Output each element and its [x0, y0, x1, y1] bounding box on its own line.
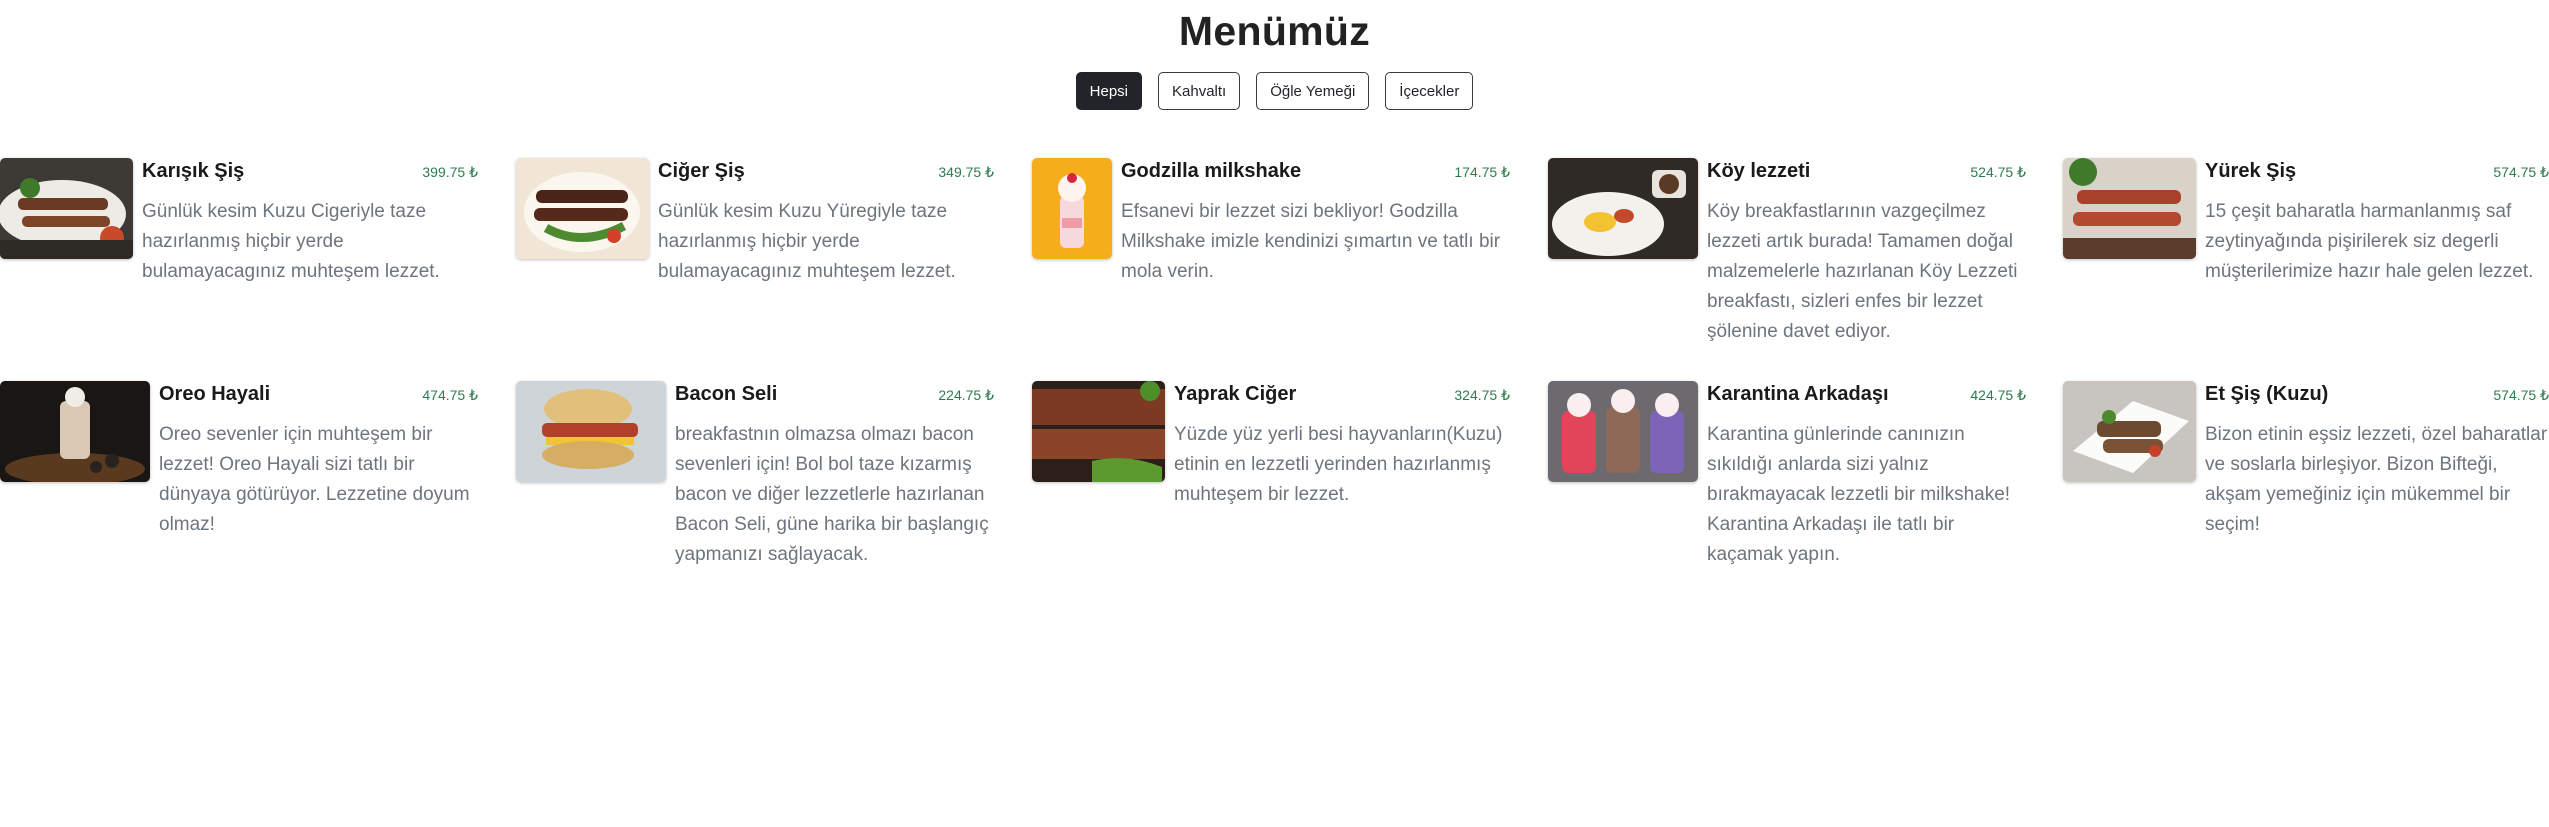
item-name: Köy lezzeti: [1707, 160, 1811, 182]
menu-item: Ciğer Şiş 349.75 ₺ Günlük kesim Kuzu Yüre…: [516, 158, 994, 287]
filter-lunch-button[interactable]: Öğle Yemeği: [1256, 72, 1370, 110]
breakfast-image: [1548, 158, 1698, 259]
menu-item: Godzilla milkshake 174.75 ₺ Efsanevi bir …: [1032, 158, 1510, 287]
menu-item: Et Şiş (Kuzu) 574.75 ₺ Bizon etinin eşsiz…: [2063, 381, 2549, 540]
item-description: Efsanevi bir lezzet sizi bekliyor! Godzi…: [1121, 201, 1501, 282]
menu-item: Yürek Şiş 574.75 ₺ 15 çeşit baharatla har…: [2063, 158, 2549, 287]
heart-skewers-image: [2063, 158, 2196, 259]
item-price: 174.75 ₺: [1454, 164, 1510, 180]
filter-all-button[interactable]: Hepsi: [1075, 72, 1143, 110]
item-description: Yüzde yüz yerli besi hayvanların(Kuzu) e…: [1174, 424, 1503, 505]
menu-item: Köy lezzeti 524.75 ₺ Köy breakfastlarının…: [1548, 158, 2026, 347]
item-description: 15 çeşit baharatla harmanlanmış saf zeyt…: [2205, 201, 2534, 282]
item-description: breakfastnın olmazsa olmazı bacon sevenl…: [675, 424, 989, 565]
item-name: Bacon Seli: [675, 383, 778, 405]
item-price: 474.75 ₺: [422, 387, 478, 403]
item-price: 524.75 ₺: [1970, 164, 2026, 180]
item-name: Godzilla milkshake: [1121, 160, 1302, 182]
three-milkshakes-image: [1548, 381, 1698, 482]
item-description: Karantina günlerinde canınızın sıkıldığı…: [1707, 424, 2011, 565]
oreo-shake-image: [0, 381, 150, 482]
filter-breakfast-button[interactable]: Kahvaltı: [1158, 72, 1241, 110]
item-description: Köy breakfastlarının vazgeçilmez lezzeti…: [1707, 201, 2018, 342]
item-name: Yürek Şiş: [2205, 160, 2297, 182]
menu-item: Karışık Şiş 399.75 ₺ Günlük kesim Kuzu Ci…: [0, 158, 478, 287]
item-name: Ciğer Şiş: [658, 160, 745, 182]
filter-drinks-button[interactable]: İçecekler: [1385, 72, 1474, 110]
item-price: 399.75 ₺: [422, 164, 478, 180]
item-name: Yaprak Ciğer: [1174, 383, 1297, 405]
item-name: Oreo Hayali: [159, 383, 271, 405]
menu-item: Bacon Seli 224.75 ₺ breakfastnın olmazsa …: [516, 381, 994, 570]
milkshake-image: [1032, 158, 1112, 259]
item-price: 574.75 ₺: [2493, 387, 2549, 403]
item-price: 349.75 ₺: [938, 164, 994, 180]
meat-skewers-image: [2063, 381, 2196, 482]
liver-skewers-image: [516, 158, 649, 259]
grilled-liver-image: [1032, 381, 1165, 482]
page-title: Menümüz: [1178, 8, 1371, 54]
item-description: Oreo sevenler için muhteşem bir lezzet! …: [159, 424, 470, 535]
item-name: Karantina Arkadaşı: [1707, 383, 1889, 405]
item-price: 574.75 ₺: [2493, 164, 2549, 180]
item-name: Et Şiş (Kuzu): [2205, 383, 2329, 405]
category-filters: Hepsi Kahvaltı Öğle Yemeği İçecekler: [0, 72, 2549, 110]
item-description: Günlük kesim Kuzu Yüregiyle taze hazırla…: [658, 201, 956, 282]
item-description: Bizon etinin eşsiz lezzeti, özel baharat…: [2205, 424, 2548, 535]
item-price: 424.75 ₺: [1970, 387, 2026, 403]
item-price: 324.75 ₺: [1454, 387, 1510, 403]
menu-item: Karantina Arkadaşı 424.75 ₺ Karantina gün…: [1548, 381, 2026, 570]
menu-item: Oreo Hayali 474.75 ₺ Oreo sevenler için m…: [0, 381, 478, 540]
item-price: 224.75 ₺: [938, 387, 994, 403]
bacon-sandwich-image: [516, 381, 666, 482]
kebab-plate-image: [0, 158, 133, 259]
item-description: Günlük kesim Kuzu Cigeriyle taze hazırla…: [142, 201, 440, 282]
item-name: Karışık Şiş: [142, 160, 245, 182]
menu-item: Yaprak Ciğer 324.75 ₺ Yüzde yüz yerli bes…: [1032, 381, 1510, 510]
